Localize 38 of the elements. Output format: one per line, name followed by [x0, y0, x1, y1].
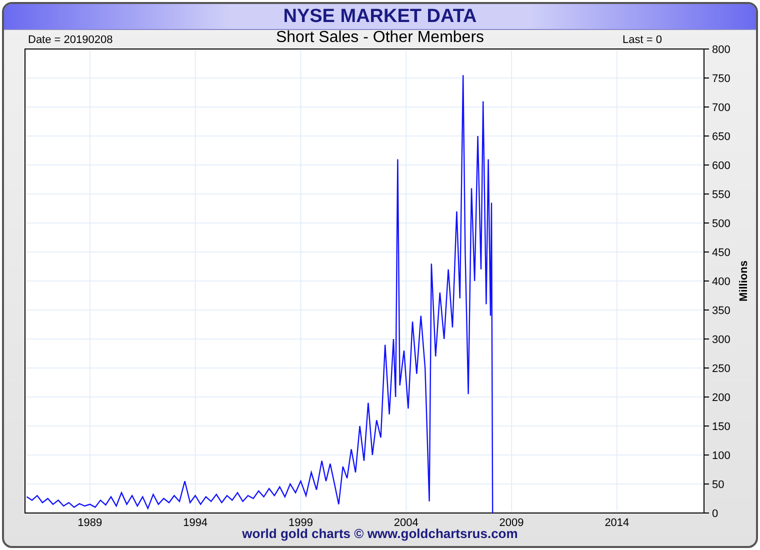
y-tick-label: 300: [712, 334, 730, 346]
y-tick-label: 0: [712, 508, 718, 520]
y-tick-mark: [704, 280, 710, 282]
header-title: NYSE MARKET DATA: [283, 7, 477, 26]
y-tick-label: 50: [712, 479, 724, 491]
y-tick-mark: [704, 222, 710, 224]
y-tick-label: 600: [712, 160, 730, 172]
y-tick-label: 700: [712, 102, 730, 114]
y-tick-label: 450: [712, 247, 730, 259]
x-tick-label: 2009: [499, 517, 524, 527]
y-tick-label: 250: [712, 363, 730, 375]
y-tick-label: 100: [712, 450, 730, 462]
y-tick-mark: [704, 48, 710, 50]
y-axis-title: Millions: [738, 260, 750, 302]
chart-title: Short Sales - Other Members: [274, 30, 486, 46]
y-tick-mark: [704, 164, 710, 166]
y-tick-mark: [704, 396, 710, 398]
y-tick-label: 200: [712, 392, 730, 404]
y-tick-label: 350: [712, 305, 730, 317]
y-tick-mark: [704, 454, 710, 456]
y-tick-label: 400: [712, 276, 730, 288]
y-tick-mark: [704, 512, 710, 514]
x-tick-label: 1989: [78, 517, 102, 527]
x-tick-label: 1999: [288, 517, 313, 527]
y-tick-label: 750: [712, 73, 730, 85]
x-tick-label: 2004: [394, 517, 418, 527]
y-tick-label: 150: [712, 421, 730, 433]
date-label: Date = 20190208: [28, 35, 114, 46]
x-tick-label: 1994: [183, 517, 208, 527]
y-tick-label: 800: [712, 44, 730, 56]
x-tick-label: 2014: [604, 517, 630, 527]
y-tick-mark: [704, 106, 710, 108]
y-tick-label: 500: [712, 218, 730, 230]
y-tick-mark: [704, 338, 710, 340]
last-value-label: Last = 0: [622, 35, 662, 46]
footer-credit: world gold charts © www.goldchartsrus.com: [242, 527, 518, 540]
y-tick-label: 550: [712, 189, 730, 201]
y-tick-label: 650: [712, 131, 730, 143]
